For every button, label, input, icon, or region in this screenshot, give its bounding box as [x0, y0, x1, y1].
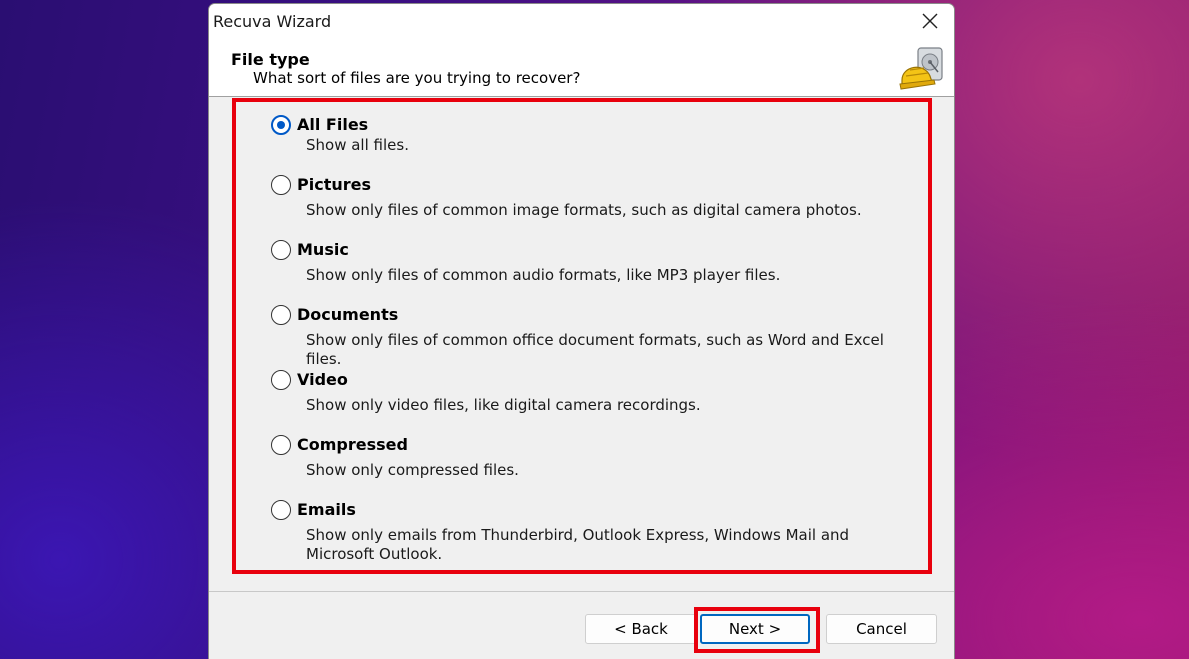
option-label[interactable]: Documents [297, 305, 398, 324]
option-label[interactable]: All Files [297, 115, 368, 134]
radio-emails[interactable] [271, 500, 291, 520]
close-button[interactable] [908, 4, 954, 38]
radio-all-files[interactable] [271, 115, 291, 135]
option-description: Show only files of common audio formats,… [306, 266, 781, 284]
option-label[interactable]: Emails [297, 500, 356, 519]
option-label[interactable]: Pictures [297, 175, 371, 194]
option-description: Show all files. [306, 136, 409, 154]
option-description: Show only files of common image formats,… [306, 201, 862, 219]
option-description: Show only emails from Thunderbird, Outlo… [306, 526, 850, 563]
page-title: File type [231, 50, 310, 69]
recuva-logo-icon [898, 44, 946, 92]
radio-music[interactable] [271, 240, 291, 260]
footer-divider [209, 591, 954, 592]
window-title: Recuva Wizard [213, 12, 332, 31]
title-bar: Recuva Wizard [209, 4, 954, 38]
close-icon [922, 13, 938, 29]
option-label[interactable]: Music [297, 240, 349, 259]
option-description: Show only files of common office documen… [306, 331, 884, 368]
cancel-button[interactable]: Cancel [826, 614, 937, 644]
option-label[interactable]: Video [297, 370, 348, 389]
option-description: Show only compressed files. [306, 461, 519, 479]
option-description: Show only video files, like digital came… [306, 396, 701, 414]
recuva-wizard-window: Recuva Wizard File type What sort of fil… [208, 3, 955, 659]
radio-compressed[interactable] [271, 435, 291, 455]
option-label[interactable]: Compressed [297, 435, 408, 454]
radio-documents[interactable] [271, 305, 291, 325]
radio-video[interactable] [271, 370, 291, 390]
next-button-highlight-box [694, 607, 820, 653]
wizard-header: File type What sort of files are you try… [209, 38, 954, 97]
back-button[interactable]: < Back [585, 614, 697, 644]
radio-pictures[interactable] [271, 175, 291, 195]
page-subtitle: What sort of files are you trying to rec… [253, 69, 581, 87]
